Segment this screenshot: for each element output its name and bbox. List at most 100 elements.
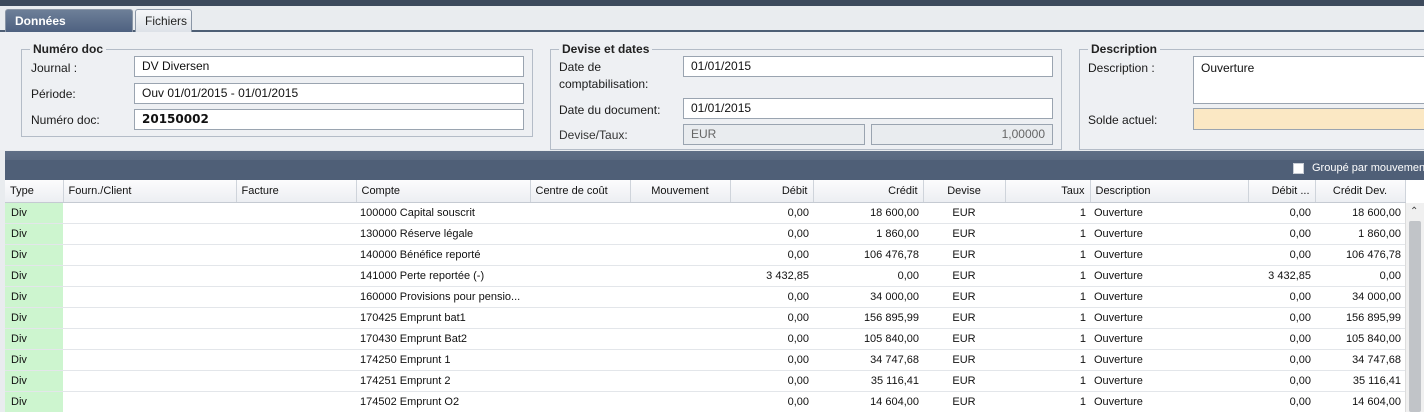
cell-centre-de-cout[interactable] [530, 202, 630, 224]
table-row[interactable]: Div 130000 Réserve légale 0,00 1 860,00 EUR 1… [5, 223, 1405, 245]
cell-taux[interactable]: 1 [1005, 244, 1090, 266]
cell-centre-de-cout[interactable] [530, 223, 630, 245]
cell-debit[interactable]: 3 432,85 [730, 265, 813, 287]
cell-description[interactable]: Ouverture [1090, 244, 1248, 266]
cell-debit-dev[interactable]: 0,00 [1248, 307, 1315, 329]
cell-type[interactable]: Div [5, 244, 63, 266]
cell-debit[interactable]: 0,00 [730, 202, 813, 224]
cell-fourn-client[interactable] [63, 265, 236, 287]
cell-description[interactable]: Ouverture [1090, 307, 1248, 329]
cell-debit-dev[interactable]: 3 432,85 [1248, 265, 1315, 287]
cell-mouvement[interactable] [630, 328, 730, 350]
cell-debit-dev[interactable]: 0,00 [1248, 370, 1315, 392]
cell-credit-dev[interactable]: 18 600,00 [1315, 202, 1405, 224]
cell-credit[interactable]: 34 747,68 [813, 349, 923, 371]
cell-taux[interactable]: 1 [1005, 391, 1090, 412]
cell-fourn-client[interactable] [63, 202, 236, 224]
cell-devise[interactable]: EUR [923, 349, 1005, 371]
cell-compte[interactable]: 160000 Provisions pour pensio... [356, 286, 530, 308]
cell-compte[interactable]: 170430 Emprunt Bat2 [356, 328, 530, 350]
cell-centre-de-cout[interactable] [530, 286, 630, 308]
cell-fourn-client[interactable] [63, 286, 236, 308]
cell-debit[interactable]: 0,00 [730, 307, 813, 329]
cell-debit[interactable]: 0,00 [730, 349, 813, 371]
cell-credit-dev[interactable]: 106 476,78 [1315, 244, 1405, 266]
column-header-credit-dev[interactable]: Crédit Dev. [1315, 180, 1406, 203]
cell-facture[interactable] [236, 349, 356, 371]
cell-mouvement[interactable] [630, 202, 730, 224]
cell-fourn-client[interactable] [63, 370, 236, 392]
cell-devise[interactable]: EUR [923, 244, 1005, 266]
cell-taux[interactable]: 1 [1005, 328, 1090, 350]
column-header-description[interactable]: Description [1090, 180, 1249, 203]
cell-type[interactable]: Div [5, 391, 63, 412]
date-comptabilisation-field[interactable]: 01/01/2015 [683, 56, 1053, 77]
cell-centre-de-cout[interactable] [530, 307, 630, 329]
column-header-type[interactable]: Type [5, 180, 64, 203]
cell-fourn-client[interactable] [63, 223, 236, 245]
cell-debit[interactable]: 0,00 [730, 223, 813, 245]
cell-description[interactable]: Ouverture [1090, 202, 1248, 224]
column-header-credit[interactable]: Crédit [813, 180, 924, 203]
cell-compte[interactable]: 170425 Emprunt bat1 [356, 307, 530, 329]
cell-facture[interactable] [236, 265, 356, 287]
cell-fourn-client[interactable] [63, 328, 236, 350]
cell-credit[interactable]: 105 840,00 [813, 328, 923, 350]
description-field[interactable]: Ouverture [1193, 56, 1424, 104]
cell-devise[interactable]: EUR [923, 307, 1005, 329]
cell-devise[interactable]: EUR [923, 370, 1005, 392]
cell-credit-dev[interactable]: 156 895,99 [1315, 307, 1405, 329]
cell-fourn-client[interactable] [63, 349, 236, 371]
cell-centre-de-cout[interactable] [530, 370, 630, 392]
tab-fichiers[interactable]: Fichiers [135, 9, 192, 32]
cell-centre-de-cout[interactable] [530, 244, 630, 266]
cell-centre-de-cout[interactable] [530, 265, 630, 287]
cell-credit[interactable]: 156 895,99 [813, 307, 923, 329]
cell-mouvement[interactable] [630, 307, 730, 329]
cell-description[interactable]: Ouverture [1090, 286, 1248, 308]
table-row[interactable]: Div 174250 Emprunt 1 0,00 34 747,68 EUR 1 Ouve… [5, 349, 1405, 371]
column-header-devise[interactable]: Devise [923, 180, 1006, 203]
cell-credit[interactable]: 14 604,00 [813, 391, 923, 412]
cell-description[interactable]: Ouverture [1090, 391, 1248, 412]
cell-facture[interactable] [236, 307, 356, 329]
cell-mouvement[interactable] [630, 286, 730, 308]
cell-credit[interactable]: 18 600,00 [813, 202, 923, 224]
cell-fourn-client[interactable] [63, 244, 236, 266]
cell-credit-dev[interactable]: 34 000,00 [1315, 286, 1405, 308]
cell-debit-dev[interactable]: 0,00 [1248, 202, 1315, 224]
cell-debit[interactable]: 0,00 [730, 391, 813, 412]
cell-compte[interactable]: 174502 Emprunt O2 [356, 391, 530, 412]
cell-debit-dev[interactable]: 0,00 [1248, 349, 1315, 371]
cell-mouvement[interactable] [630, 244, 730, 266]
cell-mouvement[interactable] [630, 223, 730, 245]
cell-fourn-client[interactable] [63, 391, 236, 412]
cell-centre-de-cout[interactable] [530, 328, 630, 350]
cell-taux[interactable]: 1 [1005, 370, 1090, 392]
cell-description[interactable]: Ouverture [1090, 328, 1248, 350]
numero-doc-field[interactable]: 20150002 [134, 109, 524, 130]
cell-compte[interactable]: 100000 Capital souscrit [356, 202, 530, 224]
cell-type[interactable]: Div [5, 202, 63, 224]
cell-debit-dev[interactable]: 0,00 [1248, 244, 1315, 266]
cell-mouvement[interactable] [630, 349, 730, 371]
journal-field[interactable]: DV Diversen [134, 56, 524, 77]
cell-facture[interactable] [236, 223, 356, 245]
cell-debit-dev[interactable]: 0,00 [1248, 391, 1315, 412]
periode-field[interactable]: Ouv 01/01/2015 - 01/01/2015 [134, 83, 524, 104]
cell-description[interactable]: Ouverture [1090, 223, 1248, 245]
cell-credit[interactable]: 34 000,00 [813, 286, 923, 308]
cell-compte[interactable]: 174251 Emprunt 2 [356, 370, 530, 392]
cell-credit-dev[interactable]: 34 747,68 [1315, 349, 1405, 371]
cell-type[interactable]: Div [5, 349, 63, 371]
cell-compte[interactable]: 174250 Emprunt 1 [356, 349, 530, 371]
table-row[interactable]: Div 141000 Perte reportée (-) 3 432,85 0,00… [5, 265, 1405, 287]
cell-taux[interactable]: 1 [1005, 265, 1090, 287]
table-row[interactable]: Div 170425 Emprunt bat1 0,00 156 895,99 EUR 1… [5, 307, 1405, 329]
cell-description[interactable]: Ouverture [1090, 349, 1248, 371]
cell-type[interactable]: Div [5, 265, 63, 287]
cell-taux[interactable]: 1 [1005, 223, 1090, 245]
cell-credit-dev[interactable]: 14 604,00 [1315, 391, 1405, 412]
cell-mouvement[interactable] [630, 391, 730, 412]
cell-facture[interactable] [236, 286, 356, 308]
